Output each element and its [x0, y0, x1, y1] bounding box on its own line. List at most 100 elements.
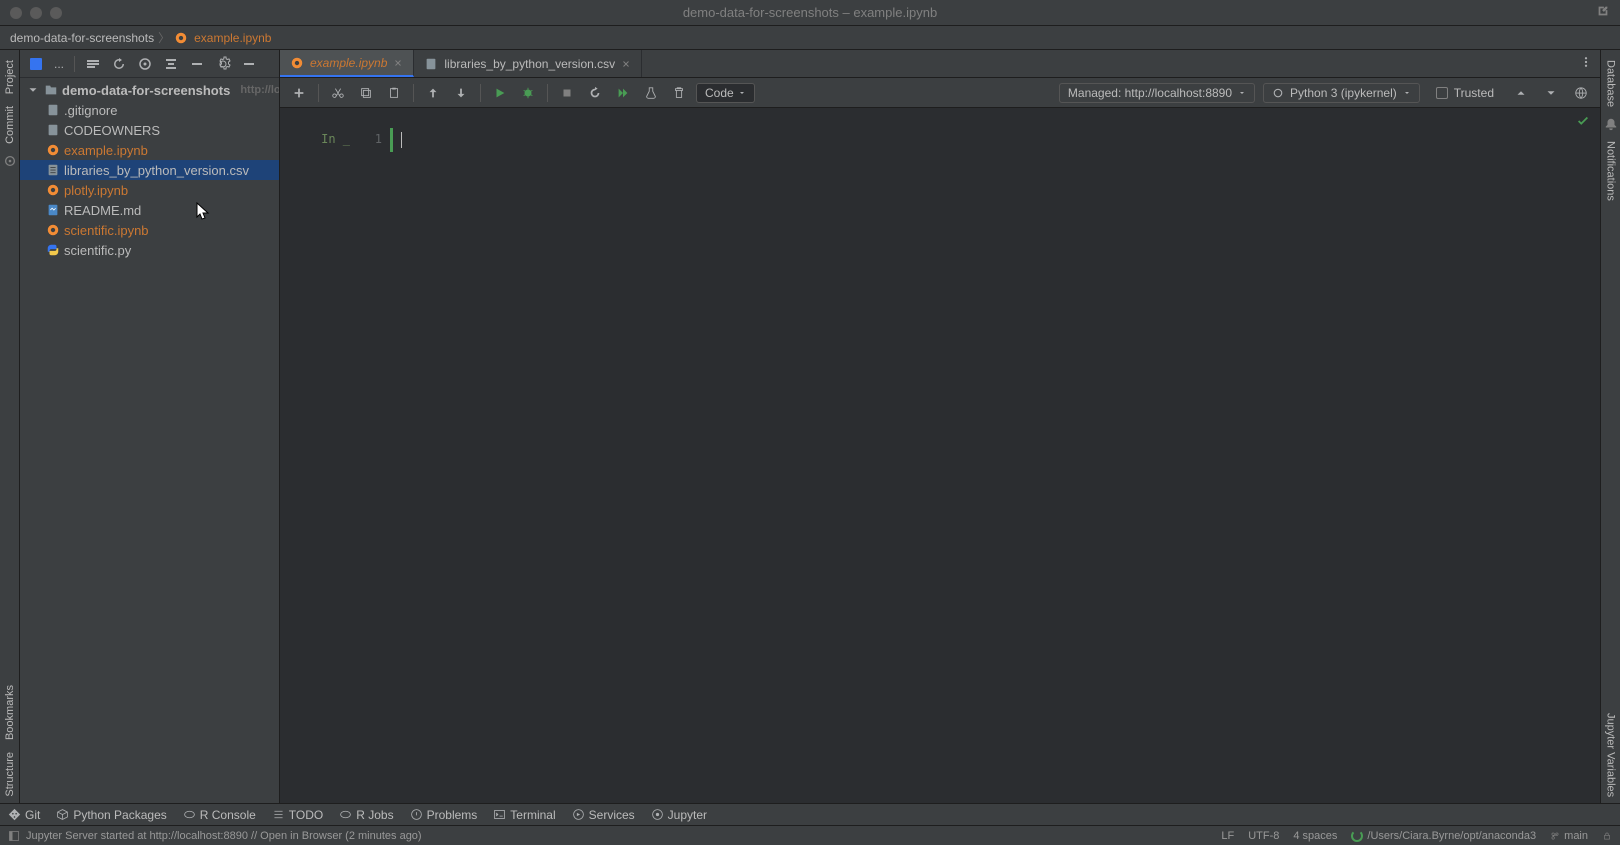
python-packages-tool-button[interactable]: Python Packages	[56, 808, 166, 822]
tool-window-icon[interactable]	[8, 830, 20, 842]
git-tool-button[interactable]: Git	[8, 808, 40, 822]
bell-icon[interactable]	[1604, 117, 1618, 131]
add-cell-button[interactable]	[288, 82, 310, 104]
bookmarks-tool-button[interactable]: Bookmarks	[4, 679, 16, 746]
minimize-window-button[interactable]	[30, 7, 42, 19]
line-ending-indicator[interactable]: LF	[1221, 830, 1234, 842]
arrow-up-icon	[426, 86, 440, 100]
run-cell-button[interactable]	[489, 82, 511, 104]
jupyter-tool-button[interactable]: Jupyter	[651, 808, 707, 822]
lock-icon[interactable]	[1602, 831, 1612, 841]
arrow-down-icon	[454, 86, 468, 100]
cut-button[interactable]	[327, 82, 349, 104]
file-icon	[46, 243, 60, 257]
run-all-button[interactable]	[612, 82, 634, 104]
paste-button[interactable]	[383, 82, 405, 104]
encoding-indicator[interactable]: UTF-8	[1248, 830, 1279, 842]
services-tool-button[interactable]: Services	[572, 808, 635, 822]
hide-panel-icon[interactable]	[241, 56, 257, 72]
project-view-icon[interactable]	[28, 56, 44, 72]
indent-indicator[interactable]: 4 spaces	[1293, 830, 1337, 842]
tree-file-scientific-py[interactable]: scientific.py	[20, 240, 279, 260]
services-icon	[572, 808, 585, 821]
database-tool-button[interactable]: Database	[1605, 54, 1617, 113]
trusted-checkbox[interactable]	[1436, 87, 1448, 99]
settings-icon[interactable]	[215, 56, 231, 72]
r-jobs-tool-button[interactable]: R Jobs	[339, 808, 393, 822]
check-icon	[1576, 114, 1590, 128]
interrupt-button[interactable]	[556, 82, 578, 104]
tree-file--gitignore[interactable]: .gitignore	[20, 100, 279, 120]
commit-tool-button[interactable]: Commit	[4, 100, 16, 150]
tree-file-libraries_by_python_version-csv[interactable]: libraries_by_python_version.csv	[20, 160, 279, 180]
jupyter-icon-button[interactable]	[1570, 82, 1592, 104]
breadcrumb-separator: 〉	[158, 29, 170, 46]
project-tree[interactable]: demo-data-for-screenshots http://localh …	[20, 78, 279, 803]
tree-root[interactable]: demo-data-for-screenshots http://localh	[20, 80, 279, 100]
clipboard-icon	[387, 86, 401, 100]
select-opened-file-icon[interactable]	[85, 56, 101, 72]
tabs-menu-button[interactable]	[1572, 56, 1600, 71]
trusted-toggle[interactable]: Trusted	[1428, 84, 1502, 102]
file-icon	[46, 143, 60, 157]
close-window-button[interactable]	[10, 7, 22, 19]
terminal-tool-button[interactable]: Terminal	[493, 808, 555, 822]
move-up-button[interactable]	[422, 82, 444, 104]
server-dropdown[interactable]: Managed: http://localhost:8890	[1059, 83, 1255, 103]
branch-indicator[interactable]: main	[1550, 830, 1588, 842]
file-icon	[424, 57, 438, 71]
expand-all-icon[interactable]	[163, 56, 179, 72]
tree-file-example-ipynb[interactable]: example.ipynb	[20, 140, 279, 160]
project-tool-button[interactable]: Project	[4, 54, 16, 100]
interpreter-indicator[interactable]: /Users/Ciara.Byrne/opt/anaconda3	[1351, 830, 1536, 842]
notebook-toolbar: Code Managed: http://localhost:8890 Pyth…	[280, 78, 1600, 108]
editor-tab-0[interactable]: example.ipynb	[280, 50, 414, 77]
collapse-all-icon[interactable]	[189, 56, 205, 72]
problems-tool-button[interactable]: Problems	[410, 808, 478, 822]
status-message[interactable]: Jupyter Server started at http://localho…	[26, 830, 422, 842]
target-in-tree-icon[interactable]	[137, 56, 153, 72]
editor-tab-1[interactable]: libraries_by_python_version.csv	[414, 50, 642, 77]
expand-up-button[interactable]	[1510, 82, 1532, 104]
copy-button[interactable]	[355, 82, 377, 104]
notifications-tool-button[interactable]: Notifications	[1605, 135, 1617, 207]
delete-cell-button[interactable]	[668, 82, 690, 104]
cell-type-dropdown[interactable]: Code	[696, 83, 755, 103]
tree-file-CODEOWNERS[interactable]: CODEOWNERS	[20, 120, 279, 140]
breadcrumb-project[interactable]: demo-data-for-screenshots	[10, 31, 154, 45]
target-icon[interactable]	[3, 154, 17, 168]
tab-label: example.ipynb	[310, 56, 387, 70]
notebook-body[interactable]: In _ 1	[280, 108, 1600, 803]
play-icon	[493, 86, 507, 100]
jupyter-variables-tool-button[interactable]: Jupyter Variables	[1605, 707, 1617, 803]
open-in-new-window-button[interactable]	[1596, 4, 1610, 21]
tree-file-label: scientific.py	[64, 243, 131, 258]
tree-file-label: .gitignore	[64, 103, 117, 118]
cell-editor[interactable]	[390, 128, 1590, 152]
project-toolbar-more[interactable]: ...	[54, 57, 64, 71]
expand-down-button[interactable]	[1540, 82, 1562, 104]
tree-file-scientific-ipynb[interactable]: scientific.ipynb	[20, 220, 279, 240]
close-icon[interactable]	[393, 58, 403, 68]
titlebar: demo-data-for-screenshots – example.ipyn…	[0, 0, 1620, 26]
maximize-window-button[interactable]	[50, 7, 62, 19]
chevron-down-icon	[26, 83, 40, 97]
project-panel: ... demo-data-for-screenshots http://loc…	[20, 50, 280, 803]
kernel-dropdown[interactable]: Python 3 (ipykernel)	[1263, 83, 1420, 103]
tree-file-plotly-ipynb[interactable]: plotly.ipynb	[20, 180, 279, 200]
restart-button[interactable]	[584, 82, 606, 104]
structure-tool-button[interactable]: Structure	[4, 746, 16, 803]
code-cell[interactable]: In _ 1	[290, 128, 1590, 152]
breadcrumb-file[interactable]: example.ipynb	[194, 31, 271, 45]
tree-file-README-md[interactable]: README.md	[20, 200, 279, 220]
refresh-icon[interactable]	[111, 56, 127, 72]
tree-file-label: plotly.ipynb	[64, 183, 128, 198]
close-icon[interactable]	[621, 59, 631, 69]
todo-tool-button[interactable]: TODO	[272, 808, 323, 822]
copy-icon	[359, 86, 373, 100]
r-icon	[183, 808, 196, 821]
variables-button[interactable]	[640, 82, 662, 104]
move-down-button[interactable]	[450, 82, 472, 104]
debug-cell-button[interactable]	[517, 82, 539, 104]
r-console-tool-button[interactable]: R Console	[183, 808, 256, 822]
